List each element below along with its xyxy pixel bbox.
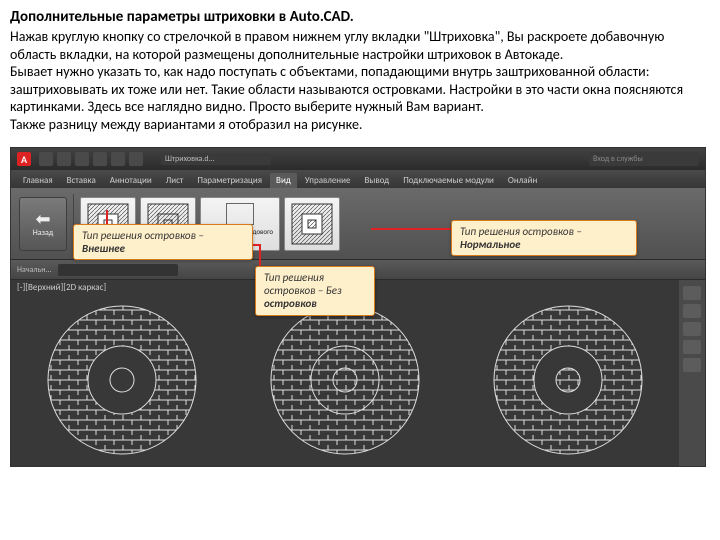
callout-normal: Тип решения островков – Нормальное (451, 220, 637, 256)
document-title: Штриховка.d... (161, 153, 271, 165)
qat-button[interactable] (39, 152, 53, 166)
tab-output[interactable]: Вывод (358, 173, 395, 188)
nav-back-button[interactable]: ⬅ Назад (19, 197, 67, 251)
qat-button[interactable] (75, 152, 89, 166)
arrow-left-icon: ⬅ (35, 210, 50, 228)
autocad-screenshot: A Штриховка.d... Вход в службы Главная В… (10, 147, 706, 467)
article-paragraph: Также разницу между вариантами я отобраз… (10, 116, 710, 134)
tab-view[interactable]: Вид (270, 173, 297, 188)
toolbar-field[interactable] (58, 264, 178, 276)
article-title: Дополнительные параметры штриховки в Aut… (10, 8, 710, 26)
callout-outer: Тип решения островков – Внешнее (73, 224, 253, 260)
tab-home[interactable]: Главная (17, 173, 59, 188)
qat-button[interactable] (93, 152, 107, 166)
viewport-label: [-][Верхний][2D каркас] (17, 282, 106, 293)
nav-tool[interactable] (683, 358, 701, 372)
viewport-icon (226, 203, 254, 225)
nav-tool[interactable] (683, 322, 701, 336)
hatch-example-ignore (265, 300, 425, 460)
quick-access-toolbar (39, 152, 143, 166)
title-bar: A Штриховка.d... Вход в службы (11, 148, 705, 170)
qat-button[interactable] (111, 152, 125, 166)
article-paragraph: Бывает нужно указать то, как надо поступ… (10, 63, 710, 116)
hatch-examples (11, 300, 679, 460)
tab-plugins[interactable]: Подключаемые модули (397, 173, 500, 188)
hatch-example-normal (488, 300, 648, 460)
qat-button[interactable] (57, 152, 71, 166)
tab-manage[interactable]: Управление (299, 173, 357, 188)
hatch-example-outer (42, 300, 202, 460)
nav-tool[interactable] (683, 286, 701, 300)
nav-tool[interactable] (683, 340, 701, 354)
island-option-normal[interactable] (284, 197, 340, 251)
tab-layout[interactable]: Лист (160, 173, 190, 188)
callout-ignore: Тип решения островков – Без островков (255, 266, 375, 316)
tab-parametric[interactable]: Параметризация (191, 173, 268, 188)
article-paragraph: Нажав круглую кнопку со стрелочкой в пра… (10, 28, 710, 63)
nav-back-label: Назад (33, 228, 54, 238)
tab-online[interactable]: Онлайн (502, 173, 543, 188)
search-input[interactable]: Вход в службы (589, 152, 699, 166)
app-icon[interactable]: A (17, 152, 31, 166)
toolbar-label: Начальн... (17, 265, 52, 275)
qat-button[interactable] (129, 152, 143, 166)
view-cube-bar (679, 280, 705, 466)
nav-tool[interactable] (683, 304, 701, 318)
tab-annotate[interactable]: Аннотации (104, 173, 158, 188)
ribbon-tabs: Главная Вставка Аннотации Лист Параметри… (11, 170, 705, 188)
tab-insert[interactable]: Вставка (61, 173, 102, 188)
